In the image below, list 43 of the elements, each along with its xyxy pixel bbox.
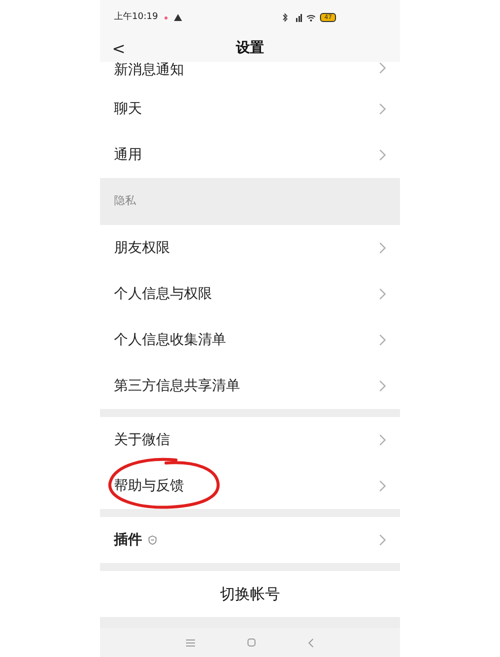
settings-row[interactable]: 聊天: [100, 86, 400, 132]
switch-account-button[interactable]: 切换帐号: [100, 571, 400, 617]
settings-row[interactable]: 插件: [100, 517, 400, 563]
chevron-right-icon: [379, 103, 386, 115]
chevron-right-icon: [379, 480, 386, 492]
row-label: 通用: [114, 146, 142, 164]
settings-row[interactable]: 个人信息与权限: [100, 271, 400, 317]
row-label: 帮助与反馈: [114, 476, 184, 496]
row-label: 切换帐号: [220, 584, 280, 605]
chevron-right-icon: [379, 149, 386, 161]
status-time: 上午10:19: [114, 10, 158, 24]
settings-row[interactable]: 第三方信息共享清单: [100, 363, 400, 409]
back-button[interactable]: <: [112, 40, 126, 58]
settings-row[interactable]: 新消息通知: [100, 62, 400, 86]
row-label: 朋友权限: [114, 238, 170, 258]
menu-icon[interactable]: [186, 638, 195, 646]
chevron-right-icon: [379, 380, 386, 392]
chevron-right-icon: [379, 334, 386, 346]
settings-row[interactable]: 关于微信: [100, 417, 400, 463]
row-label: 第三方信息共享清单: [114, 376, 240, 396]
row-label: 新消息通知: [114, 62, 184, 78]
chevron-right-icon: [379, 434, 386, 446]
section-header: 隐私: [114, 193, 136, 210]
notification-dot-icon: [164, 16, 168, 20]
chevron-right-icon: [379, 62, 386, 74]
bluetooth-icon: [283, 13, 288, 22]
back-icon[interactable]: [308, 638, 314, 648]
row-label: 插件: [114, 530, 142, 550]
row-label: 个人信息收集清单: [114, 330, 226, 350]
chevron-right-icon: [379, 242, 386, 254]
settings-row[interactable]: 通用: [100, 132, 400, 178]
settings-row[interactable]: 个人信息收集清单: [100, 317, 400, 363]
row-label: 个人信息与权限: [114, 284, 212, 304]
shield-icon: [148, 535, 157, 545]
warning-icon: [174, 14, 182, 21]
wifi-icon: [306, 14, 316, 22]
chevron-right-icon: [379, 534, 386, 546]
page-title: 设置: [236, 39, 264, 58]
row-label: 关于微信: [114, 430, 170, 450]
chevron-right-icon: [379, 288, 386, 300]
settings-row[interactable]: 朋友权限: [100, 225, 400, 271]
row-label: 聊天: [114, 100, 142, 118]
home-icon[interactable]: [247, 638, 256, 647]
